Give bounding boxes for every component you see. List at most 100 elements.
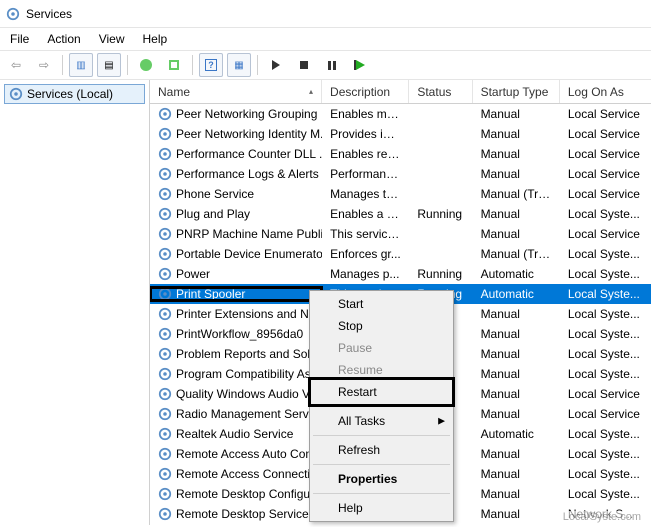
service-name: Remote Desktop Configura (176, 487, 321, 501)
window-title: Services (26, 7, 72, 21)
ctx-properties[interactable]: Properties (312, 468, 451, 490)
service-status: Running (409, 207, 472, 221)
pause-service-button[interactable] (320, 53, 344, 77)
service-name: Plug and Play (176, 207, 250, 221)
menu-action[interactable]: Action (47, 32, 80, 46)
column-description[interactable]: Description (322, 80, 409, 103)
ctx-refresh[interactable]: Refresh (312, 439, 451, 461)
show-hide-tree-button[interactable]: ▥ (69, 53, 93, 77)
column-name[interactable]: Name▴ (150, 80, 322, 103)
ctx-start[interactable]: Start (312, 293, 451, 315)
forward-button[interactable]: ⇨ (32, 53, 56, 77)
service-startup: Automatic (473, 287, 560, 301)
export-button[interactable] (162, 53, 186, 77)
ctx-separator (313, 406, 450, 407)
restart-service-button[interactable] (348, 53, 372, 77)
service-description: Manages th... (322, 187, 409, 201)
service-logon: Local Syste... (560, 207, 651, 221)
column-status[interactable]: Status (409, 80, 472, 103)
service-startup: Manual (473, 207, 560, 221)
list-button[interactable]: ▦ (227, 53, 251, 77)
table-row[interactable]: Peer Networking GroupingEnables mul...Ma… (150, 104, 651, 124)
table-row[interactable]: Performance Counter DLL ...Enables rem..… (150, 144, 651, 164)
ctx-separator (313, 435, 450, 436)
column-startup-type[interactable]: Startup Type (473, 80, 560, 103)
service-name: Problem Reports and Solut (176, 347, 320, 361)
ctx-pause: Pause (312, 337, 451, 359)
gear-icon (158, 247, 172, 261)
service-startup: Automatic (473, 427, 560, 441)
gear-icon (158, 287, 172, 301)
service-startup: Manual (473, 367, 560, 381)
service-name-cell: Remote Desktop Configura (150, 487, 322, 501)
gear-icon (158, 367, 172, 381)
service-startup: Manual (473, 507, 560, 521)
service-name: Remote Access Auto Conn (176, 447, 319, 461)
gear-icon (158, 427, 172, 441)
help-button[interactable]: ? (199, 53, 223, 77)
ctx-help[interactable]: Help (312, 497, 451, 519)
stop-service-button[interactable] (292, 53, 316, 77)
service-startup: Manual (473, 487, 560, 501)
service-name-cell: Peer Networking Grouping (150, 107, 322, 121)
gear-icon (158, 347, 172, 361)
menu-view[interactable]: View (99, 32, 125, 46)
service-description: Performanc... (322, 167, 409, 181)
gear-icon (158, 507, 172, 521)
back-button[interactable]: ⇦ (4, 53, 28, 77)
service-logon: Local Service (560, 227, 651, 241)
watermark: Loca/Syste.com (561, 511, 643, 523)
table-row[interactable]: Peer Networking Identity M...Provides id… (150, 124, 651, 144)
service-name-cell: Peer Networking Identity M... (150, 127, 322, 141)
table-row[interactable]: Plug and PlayEnables a c...RunningManual… (150, 204, 651, 224)
table-row[interactable]: Remote Desktop Services UManualLocal Sys… (150, 524, 651, 525)
separator (192, 55, 193, 75)
toolbar: ⇦ ⇨ ▥ ▤ ? ▦ (0, 50, 651, 80)
service-name: Remote Access Connection (176, 467, 322, 481)
gear-icon (158, 147, 172, 161)
service-name: Power (176, 267, 210, 281)
menu-file[interactable]: File (10, 32, 29, 46)
service-startup: Manual (Trig... (473, 247, 560, 261)
service-logon: Local Syste... (560, 267, 651, 281)
service-logon: Local Service (560, 407, 651, 421)
service-logon: Local Syste... (560, 307, 651, 321)
gear-icon (158, 267, 172, 281)
column-logon-as[interactable]: Log On As (560, 80, 651, 103)
service-description: Manages p... (322, 267, 409, 281)
sort-indicator-icon: ▴ (309, 87, 313, 96)
table-row[interactable]: PowerManages p...RunningAutomaticLocal S… (150, 264, 651, 284)
ctx-restart[interactable]: Restart (312, 381, 451, 403)
service-startup: Manual (473, 127, 560, 141)
chevron-right-icon: ▶ (438, 416, 445, 427)
properties-button[interactable]: ▤ (97, 53, 121, 77)
table-row[interactable]: Phone ServiceManages th...Manual (Trig..… (150, 184, 651, 204)
menu-help[interactable]: Help (143, 32, 168, 46)
service-logon: Local Syste... (560, 367, 651, 381)
service-logon: Local Service (560, 167, 651, 181)
refresh-button[interactable] (134, 53, 158, 77)
service-name-cell: Performance Logs & Alerts (150, 167, 322, 181)
service-startup: Manual (473, 467, 560, 481)
service-startup: Manual (473, 347, 560, 361)
service-description: Provides ide... (322, 127, 409, 141)
tree-item-services-local[interactable]: Services (Local) (4, 84, 145, 104)
service-name-cell: Printer Extensions and Noti (150, 307, 322, 321)
gear-icon (158, 207, 172, 221)
table-row[interactable]: PNRP Machine Name Publi...This service .… (150, 224, 651, 244)
gear-icon (158, 447, 172, 461)
service-startup: Manual (473, 167, 560, 181)
service-name-cell: Problem Reports and Solut (150, 347, 322, 361)
table-row[interactable]: Portable Device Enumerator...Enforces gr… (150, 244, 651, 264)
ctx-all-tasks[interactable]: All Tasks ▶ (312, 410, 451, 432)
service-name-cell: Remote Desktop Services (150, 507, 322, 521)
service-name-cell: Remote Access Auto Conn (150, 447, 322, 461)
gear-icon (158, 307, 172, 321)
service-logon: Local Service (560, 127, 651, 141)
service-startup: Manual (473, 407, 560, 421)
ctx-stop[interactable]: Stop (312, 315, 451, 337)
table-row[interactable]: Performance Logs & AlertsPerformanc... Ma… (150, 164, 651, 184)
service-logon: Local Syste... (560, 487, 651, 501)
start-service-button[interactable] (264, 53, 288, 77)
service-startup: Manual (473, 387, 560, 401)
